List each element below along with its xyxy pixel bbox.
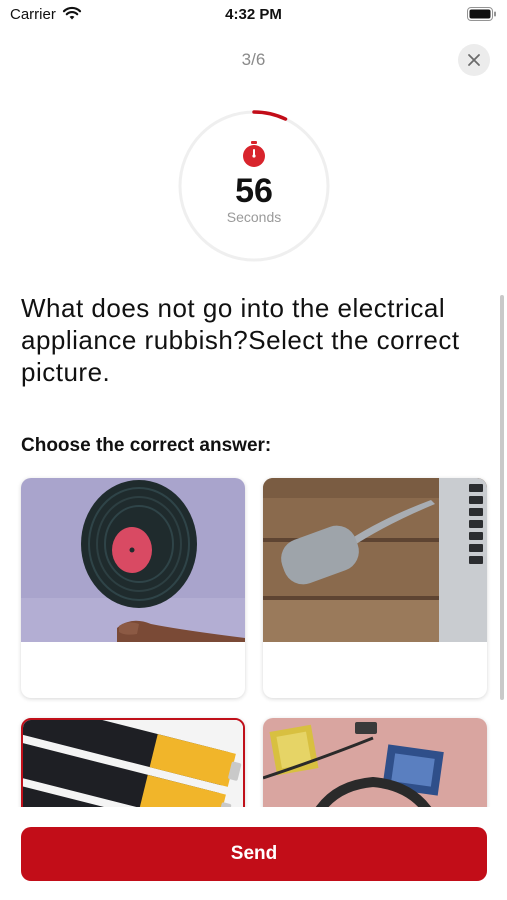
timer-progress-arc xyxy=(252,110,288,121)
answer-option-headphones[interactable] xyxy=(263,718,487,807)
answer-option-vinyl-record[interactable] xyxy=(21,478,245,698)
answer-option-usb-hub[interactable] xyxy=(263,478,487,698)
vinyl-record-image xyxy=(21,478,245,642)
status-bar: Carrier 4:32 PM xyxy=(0,0,507,30)
battery-icon xyxy=(467,7,496,21)
timer-seconds-value: 56 xyxy=(235,172,273,210)
question-scroll-area[interactable]: What does not go into the electrical app… xyxy=(0,280,507,807)
stopwatch-icon xyxy=(243,141,265,167)
answer-option-batteries[interactable] xyxy=(21,718,245,807)
send-button[interactable]: Send xyxy=(21,827,487,881)
scroll-indicator[interactable] xyxy=(500,295,504,700)
answer-instruction: Choose the correct answer: xyxy=(21,435,272,456)
usb-hub-laptop-image xyxy=(263,478,487,642)
close-button[interactable] xyxy=(458,44,490,76)
question-progress: 3/6 xyxy=(241,50,266,69)
close-icon xyxy=(468,54,480,66)
batteries-image xyxy=(23,720,243,807)
timer-seconds-label: Seconds xyxy=(226,209,282,225)
countdown-timer: 56 Seconds xyxy=(178,110,330,262)
question-text: What does not go into the electrical app… xyxy=(21,293,460,387)
status-time: 4:32 PM xyxy=(225,6,282,23)
headphones-minidiscs-image xyxy=(263,718,487,807)
